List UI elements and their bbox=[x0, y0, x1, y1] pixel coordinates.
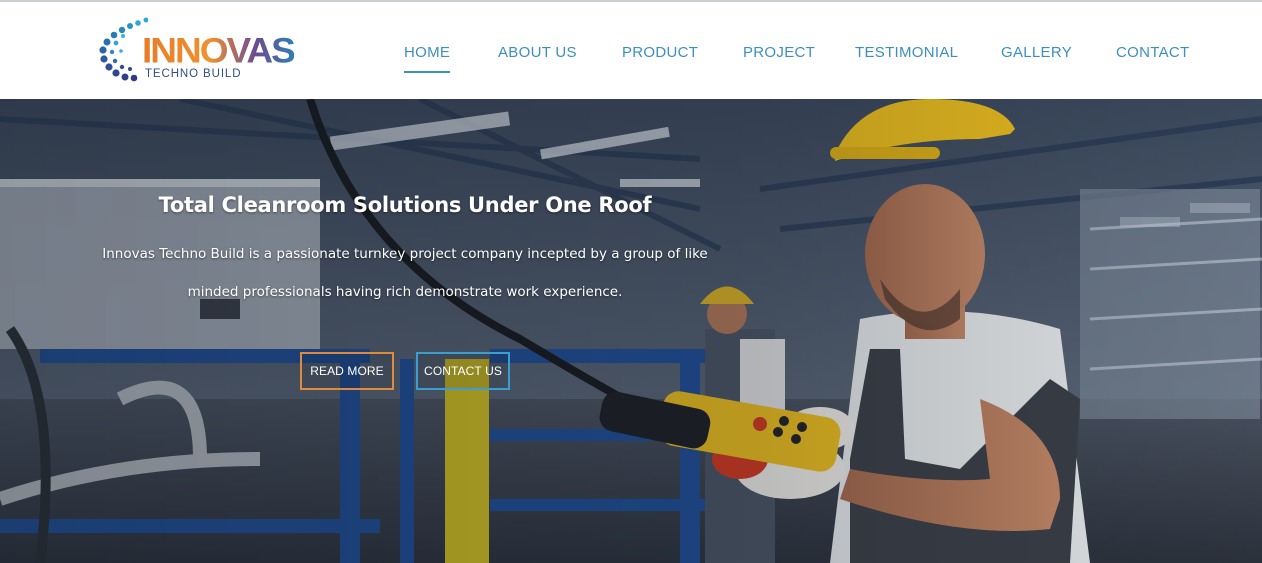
site-header: INNOVAS TECHNO BUILD HOME ABOUT US PRODU… bbox=[0, 2, 1262, 99]
nav-testimonial[interactable]: TESTIMONIAL bbox=[855, 44, 958, 61]
hero-title: Total Cleanroom Solutions Under One Roof bbox=[158, 193, 652, 217]
contact-us-button[interactable]: CONTACT US bbox=[416, 352, 510, 390]
nav-home[interactable]: HOME bbox=[404, 44, 451, 73]
nav-gallery[interactable]: GALLERY bbox=[1001, 44, 1072, 61]
hero-description-line-2: minded professionals having rich demonst… bbox=[187, 284, 623, 300]
nav-about-us[interactable]: ABOUT US bbox=[498, 44, 577, 61]
hero-description-line-1: Innovas Techno Build is a passionate tur… bbox=[102, 246, 708, 262]
nav-contact[interactable]: CONTACT bbox=[1116, 44, 1189, 61]
nav-product[interactable]: PRODUCT bbox=[622, 44, 698, 61]
main-nav: HOME ABOUT US PRODUCT PROJECT TESTIMONIA… bbox=[0, 2, 1262, 99]
nav-project[interactable]: PROJECT bbox=[743, 44, 815, 61]
hero-banner: Total Cleanroom Solutions Under One Roof… bbox=[0, 99, 1262, 563]
read-more-button[interactable]: READ MORE bbox=[300, 352, 394, 390]
hero-overlay bbox=[0, 99, 1262, 563]
